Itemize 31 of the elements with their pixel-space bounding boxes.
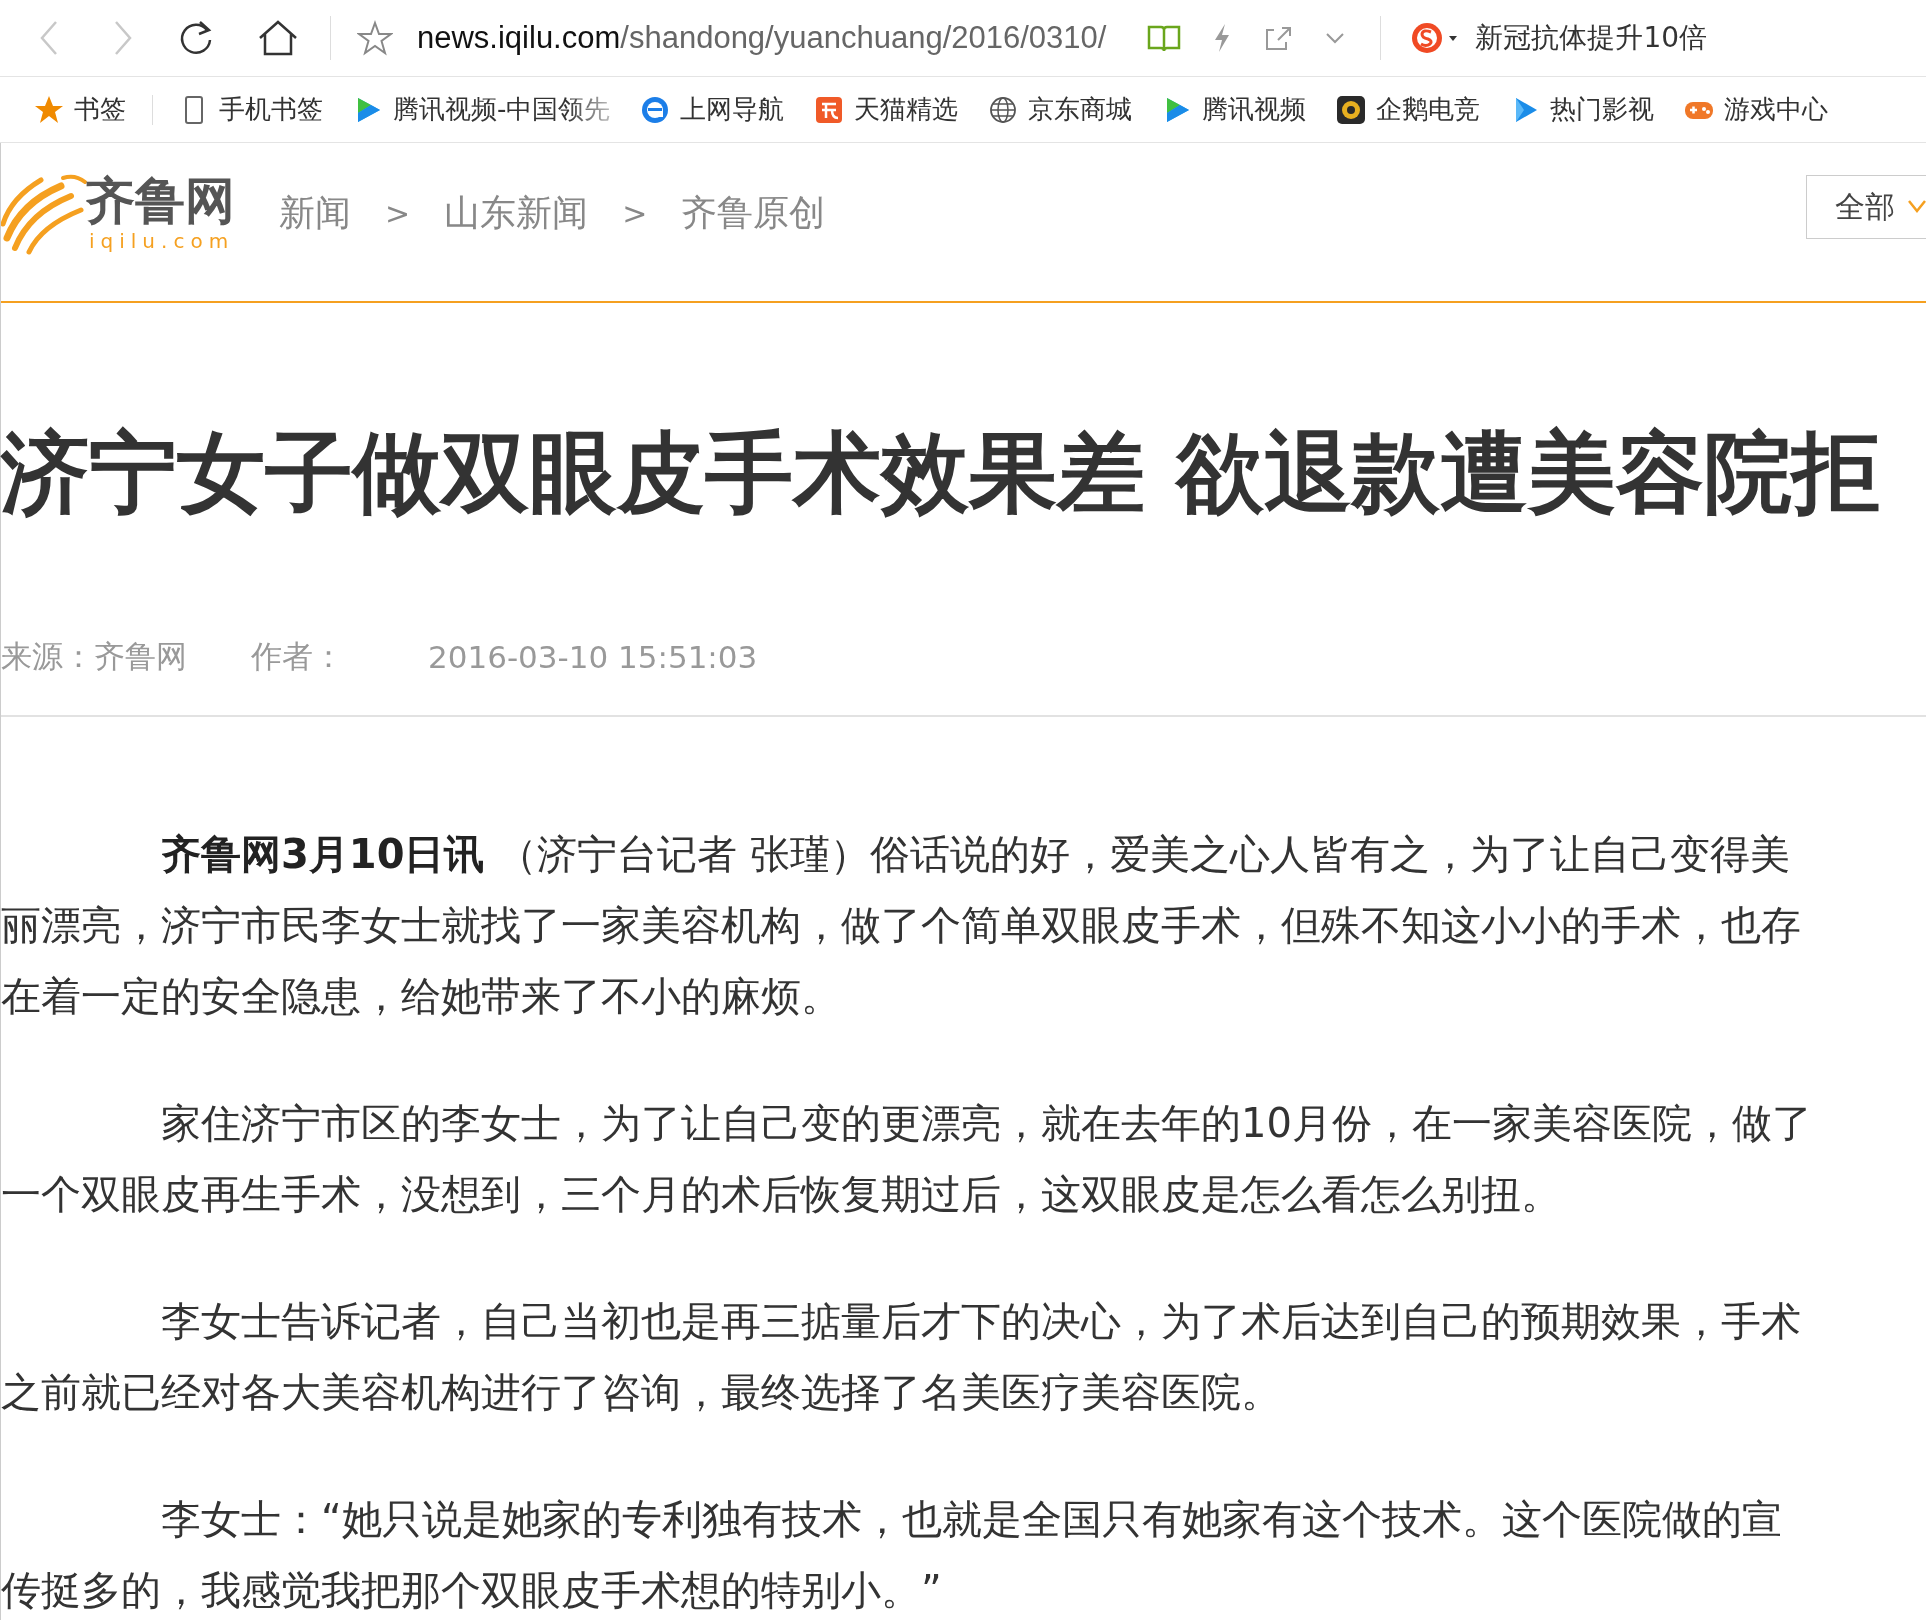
bookmark-link[interactable]: 天猫精选 [854, 92, 959, 127]
breadcrumb-separator: > [385, 195, 411, 231]
breadcrumb-link[interactable]: 新闻 [279, 188, 351, 238]
bookmark-link[interactable]: 企鹅电竞 [1376, 92, 1481, 127]
bookmark-link[interactable]: 京东商城 [1028, 92, 1133, 127]
search-scope-dropdown[interactable]: 全部 [1806, 175, 1926, 239]
breadcrumb-separator: > [622, 195, 648, 231]
star-icon[interactable] [34, 94, 64, 125]
address-field[interactable]: news.iqilu.com/shandong/yuanchuang/2016/0310/ [417, 20, 1107, 56]
bookmark-link[interactable]: 游戏中心 [1724, 92, 1829, 127]
article-title: 济宁女子做双眼皮手术效果差 欲退款遭美容院拒 [1, 420, 1881, 526]
breadcrumb-link[interactable]: 齐鲁原创 [681, 188, 826, 238]
globe-icon[interactable] [988, 94, 1019, 125]
bookmark-link[interactable]: 手机书签 [219, 92, 323, 127]
bookmark-link[interactable]: 上网导航 [680, 92, 785, 127]
article-paragraph: 家住济宁市区的李女士，为了让自己变的更漂亮，就在去年的10月份，在一家美容医院，做了一个双眼皮再生手术，没想到，三个月的术后恢复期过后，这双眼皮是怎么看怎么别扭。 [1, 1099, 1813, 1219]
search-suggestion[interactable]: 新冠抗体提升10倍 [1475, 19, 1708, 57]
bookmark-link[interactable]: 热门影视 [1550, 92, 1655, 127]
article-paragraph: 李女士：“她只说是她家的专利独有技术，也就是全国只有她家有这个技术。这个医院做的宣传挺多的，我感觉我把那个双眼皮手术想的特别小。” [1, 1495, 1783, 1615]
star-icon[interactable] [357, 20, 393, 56]
logo-wordmark[interactable]: 齐鲁网 [85, 173, 235, 229]
bookmark-link[interactable]: 腾讯视频 [1202, 92, 1307, 127]
article-paragraph: 李女士告诉记者，自己当初也是再三掂量后才下的决心，为了术后达到自己的预期效果，手术之前就已经对各大美容机构进行了咨询，最终选择了名美医疗美容医院。 [1, 1297, 1802, 1417]
article-paragraph: 齐鲁网3月10日讯 （济宁台记者 张瑾）俗话说的好，爱美之心人皆有之，为了让自己变得美丽漂亮，济宁市民李女士就找了一家美容机构，做了个简单双眼皮手术，但殊不知这小小的手术，也存在着一定的安全隐患，给她带来了不小的麻烦。 [1, 830, 1802, 1021]
breadcrumb-link[interactable]: 山东新闻 [444, 188, 589, 238]
badge-icon[interactable] [1336, 94, 1367, 125]
publish-date: 2016-03-10 15:51:03 [428, 639, 758, 675]
article-source: 来源：齐鲁网 [1, 637, 187, 676]
shop-icon[interactable] [814, 94, 845, 125]
bookmark-link[interactable]: 书签 [74, 92, 126, 127]
author-label: 作者： [251, 637, 344, 676]
